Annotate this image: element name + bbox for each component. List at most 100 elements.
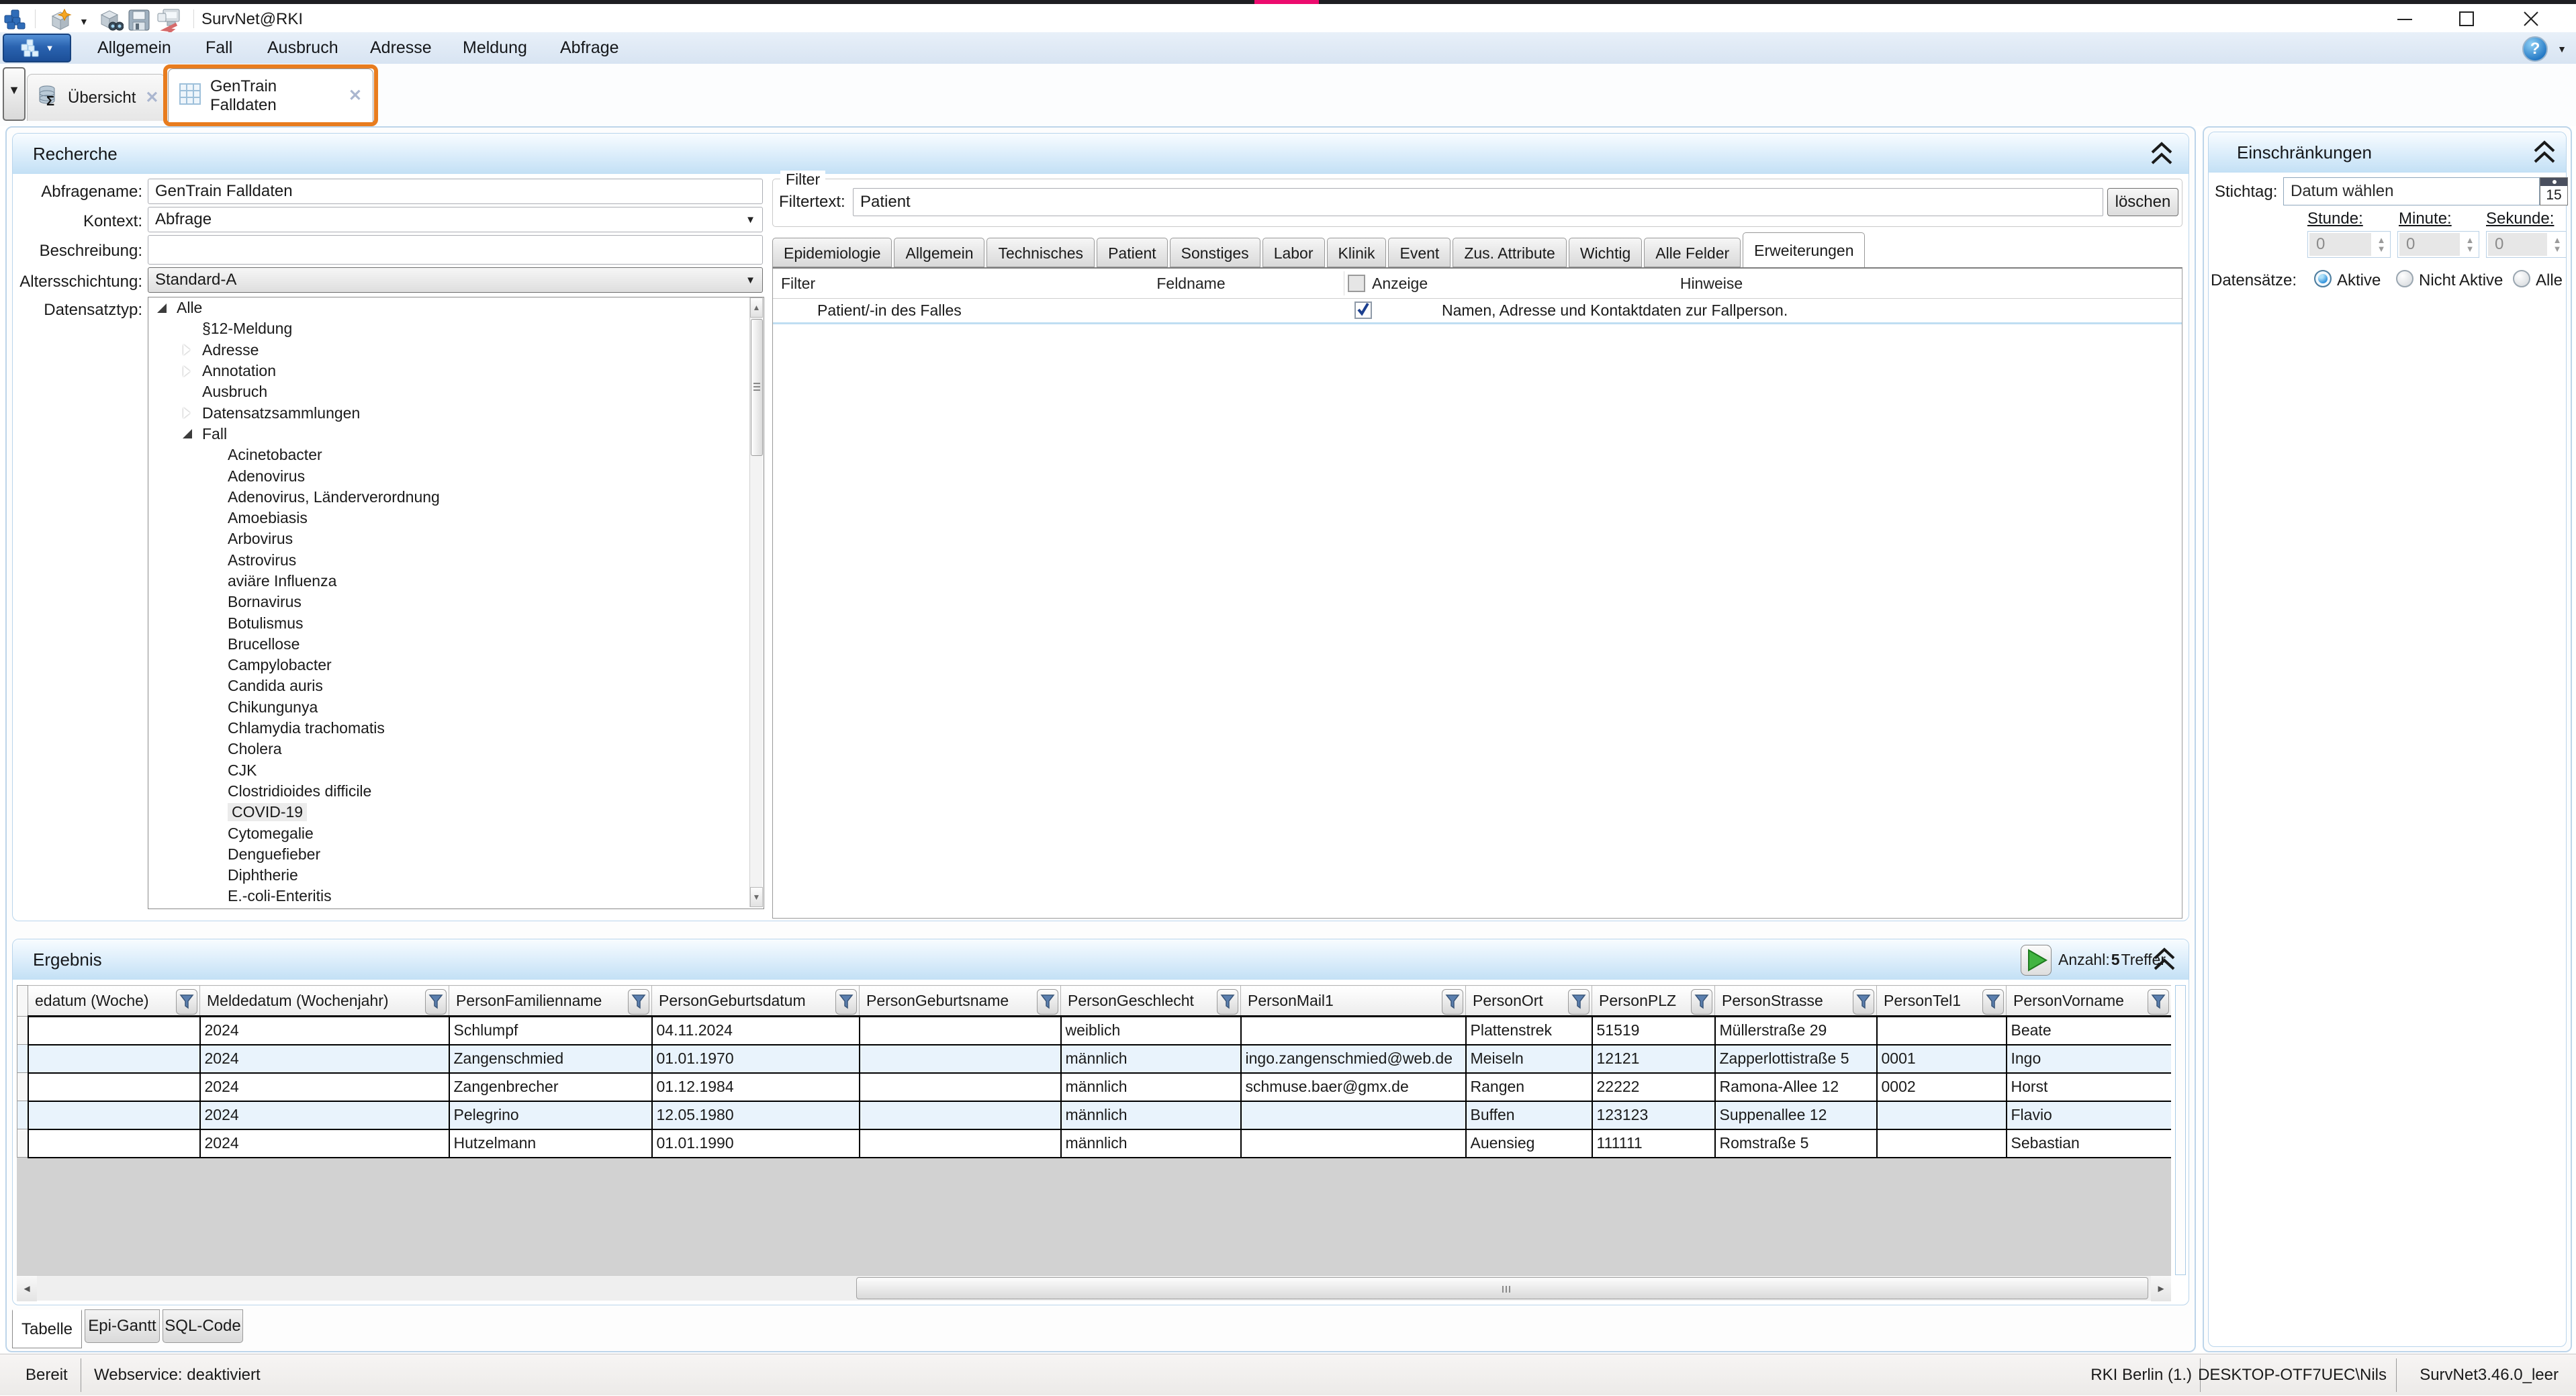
menu-item-adresse[interactable]: Adresse [370,32,432,63]
tree-expander-icon[interactable] [182,428,193,439]
table-cell[interactable]: Zapperlottistraße 5 [1715,1045,1877,1073]
kontext-select[interactable]: Abfrage▼ [148,207,763,232]
table-cell[interactable]: Sebastian [2007,1129,2172,1158]
scroll-left-icon[interactable]: ◄ [17,1276,37,1301]
radio-aktive[interactable] [2314,270,2332,287]
column-filter-funnel-icon[interactable] [1691,989,1712,1015]
menu-item-abfrage[interactable]: Abfrage [560,32,619,63]
tree-item-acinetobacter[interactable]: Acinetobacter [148,445,764,465]
filter-tab-erweiterungen[interactable]: Erweiterungen [1743,232,1865,267]
table-cell[interactable]: Auensieg [1466,1129,1592,1158]
tree-expander-icon[interactable] [182,344,193,355]
column-filter-funnel-icon[interactable] [835,989,857,1015]
table-cell[interactable]: Beate [2007,1017,2172,1045]
tree-item-botulismus[interactable]: Botulismus [148,612,764,633]
anzeige-checkbox-checked[interactable] [1354,301,1372,319]
tree-item-campylobacter[interactable]: Campylobacter [148,655,764,676]
filter-tab-event[interactable]: Event [1388,238,1451,267]
table-row[interactable]: 2024Zangenbrecher01.12.1984männlichschmu… [17,1073,2172,1101]
help-dropdown-icon[interactable]: ▼ [2557,44,2567,54]
tree-item-ausbruch[interactable]: Ausbruch [148,381,764,402]
row-selector[interactable] [17,1045,28,1073]
column-filter-funnel-icon[interactable] [1217,989,1238,1015]
anzeige-header-checkbox[interactable] [1348,275,1365,292]
new-query-dropdown-icon[interactable]: ▼ [79,16,89,27]
table-row[interactable]: 2024Hutzelmann01.01.1990männlichAuensieg… [17,1129,2172,1158]
table-row[interactable]: 2024Zangenschmied01.01.1970männlichingo.… [17,1045,2172,1073]
table-cell[interactable]: 12.05.1980 [652,1101,860,1129]
table-cell[interactable] [28,1017,200,1045]
table-cell[interactable]: 04.11.2024 [652,1017,860,1045]
result-column-header-personstrasse[interactable]: PersonStrasse [1715,986,1877,1017]
table-cell[interactable]: Plattenstrek [1466,1017,1592,1045]
column-filter-funnel-icon[interactable] [1037,989,1058,1015]
menu-item-ausbruch[interactable]: Ausbruch [267,32,338,63]
table-cell[interactable]: 22222 [1592,1073,1715,1101]
stunde-stepper[interactable]: 0▲▼ [2307,231,2391,258]
table-cell[interactable]: Schlumpf [449,1017,652,1045]
field-row-label[interactable]: Patient/-in des Falles [817,298,962,322]
menu-item-allgemein[interactable]: Allgemein [97,32,171,63]
table-cell[interactable] [1877,1129,2007,1158]
table-cell[interactable]: Hutzelmann [449,1129,652,1158]
tree-item-cholera[interactable]: Cholera [148,739,764,759]
tree-item-cytomegalie[interactable]: Cytomegalie [148,823,764,843]
tree-expander-icon[interactable] [156,303,167,314]
table-cell[interactable]: 0001 [1877,1045,2007,1073]
tree-item-adenovirus-l-nderverordnung[interactable]: Adenovirus, Länderverordnung [148,487,764,508]
row-selector[interactable] [17,1101,28,1129]
table-cell[interactable]: 111111 [1592,1129,1715,1158]
result-horizontal-scrollbar[interactable]: ◄ ► [17,1275,2171,1301]
stichtag-date-input[interactable]: Datum wählen [2283,177,2540,205]
filtertext-input[interactable]: Patient [853,188,2103,216]
table-cell[interactable]: 01.01.1990 [652,1129,860,1158]
datensatztyp-tree[interactable]: Alle§12-MeldungAdresseAnnotationAusbruch… [148,297,764,909]
filter-tab-allgemein[interactable]: Allgemein [894,238,984,267]
tree-expander-icon[interactable] [182,408,193,418]
table-cell[interactable] [1241,1101,1466,1129]
table-cell[interactable] [860,1017,1061,1045]
calendar-icon[interactable]: 15 [2540,177,2568,205]
table-cell[interactable]: Pelegrino [449,1101,652,1129]
execute-query-button[interactable] [2021,945,2052,976]
tree-item-datensatzsammlungen[interactable]: Datensatzsammlungen [148,402,764,423]
column-filter-funnel-icon[interactable] [425,989,447,1015]
tree-item-clostridioides-difficile[interactable]: Clostridioides difficile [148,781,764,802]
abfragename-input[interactable]: GenTrain Falldaten [148,179,763,204]
table-cell[interactable]: Horst [2007,1073,2172,1101]
table-cell[interactable] [860,1073,1061,1101]
table-cell[interactable]: weiblich [1061,1017,1241,1045]
table-cell[interactable]: 0002 [1877,1073,2007,1101]
table-cell[interactable] [28,1129,200,1158]
table-cell[interactable]: Ingo [2007,1045,2172,1073]
tree-item-chlamydia-trachomatis[interactable]: Chlamydia trachomatis [148,718,764,739]
table-row[interactable]: 2024Pelegrino12.05.1980männlichBuffen123… [17,1101,2172,1129]
tree-item-astrovirus[interactable]: Astrovirus [148,550,764,571]
table-cell[interactable]: 51519 [1592,1017,1715,1045]
tree-item-annotation[interactable]: Annotation [148,361,764,381]
table-cell[interactable]: Meiseln [1466,1045,1592,1073]
tree-item-adresse[interactable]: Adresse [148,340,764,361]
table-row[interactable]: 2024Schlumpf04.11.2024weiblichPlattenstr… [17,1017,2172,1045]
result-column-header-persongeschlecht[interactable]: PersonGeschlecht [1061,986,1241,1017]
row-selector[interactable] [17,1073,28,1101]
tree-item-covid-19[interactable]: COVID-19 [148,802,764,823]
result-column-header-meldedatum-wochenjahr-[interactable]: Meldedatum (Wochenjahr) [200,986,449,1017]
table-cell[interactable]: 2024 [200,1045,449,1073]
tab-close-icon[interactable]: ✕ [145,88,158,107]
close-button[interactable] [2516,5,2546,32]
tree-item-alle[interactable]: Alle [148,297,764,318]
table-cell[interactable]: 2024 [200,1129,449,1158]
tab-tabelle[interactable]: Tabelle [12,1309,82,1348]
column-filter-funnel-icon[interactable] [176,989,197,1015]
tab-list-dropdown-button[interactable]: ▼ [3,67,26,121]
table-cell[interactable]: Romstraße 5 [1715,1129,1877,1158]
save-icon[interactable] [128,9,150,35]
import-icon[interactable] [156,8,182,36]
result-column-header-personmail1[interactable]: PersonMail1 [1241,986,1466,1017]
column-filter-funnel-icon[interactable] [1853,989,1874,1015]
column-filter-funnel-icon[interactable] [2148,989,2169,1015]
table-cell[interactable] [860,1129,1061,1158]
filter-tab-sonstiges[interactable]: Sonstiges [1170,238,1260,267]
table-cell[interactable] [28,1101,200,1129]
